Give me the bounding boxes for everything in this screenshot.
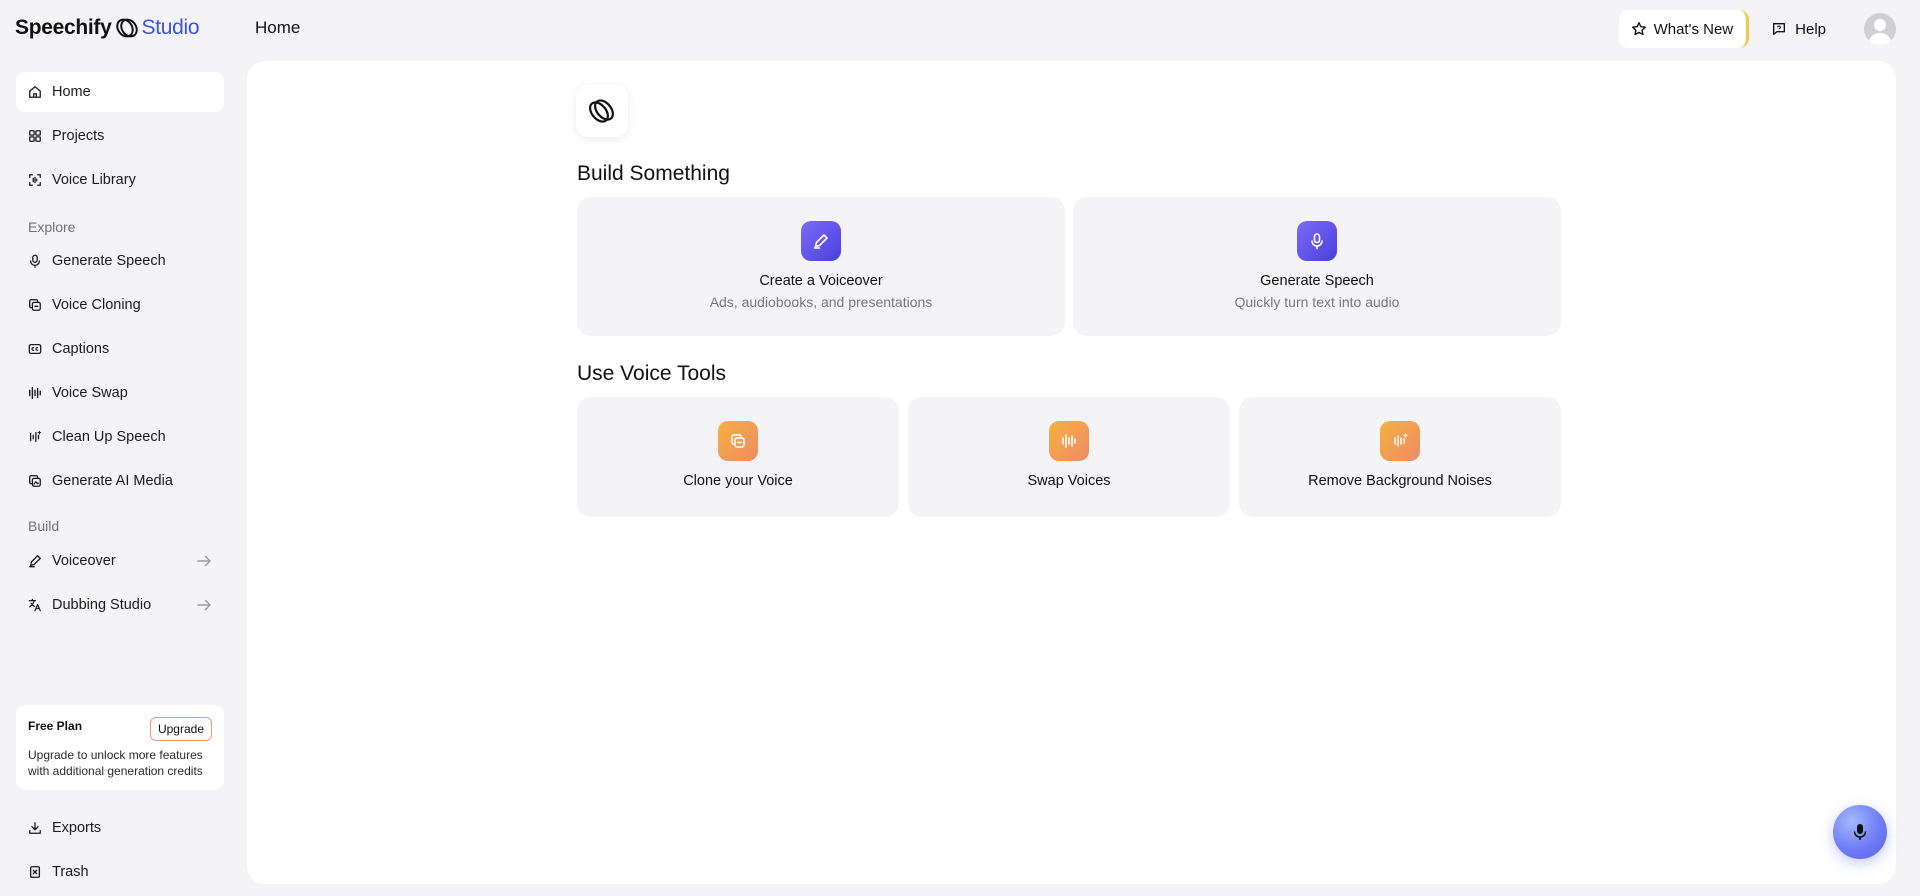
- sidebar-item-voice-swap[interactable]: Voice Swap: [16, 373, 224, 413]
- upgrade-button[interactable]: Upgrade: [149, 717, 212, 741]
- sidebar-item-label: Voice Cloning: [52, 297, 141, 313]
- sidebar-item-label: Voice Swap: [52, 385, 128, 401]
- header-actions: What's New Help: [1618, 10, 1896, 48]
- star-icon: [1631, 22, 1646, 36]
- download-icon: [28, 821, 42, 835]
- microphone-icon: [28, 254, 42, 268]
- sidebar: Home Projects Voice Library Explore Gene…: [16, 72, 224, 888]
- clone-voice-card[interactable]: Clone your Voice: [577, 397, 899, 517]
- help-label: Help: [1795, 20, 1826, 38]
- speechify-logo-icon: [115, 18, 138, 38]
- waveform-icon: [28, 386, 42, 400]
- sidebar-item-label: Home: [52, 84, 91, 100]
- sidebar-item-clean-up-speech[interactable]: Clean Up Speech: [16, 417, 224, 457]
- card-title: Generate Speech: [1260, 273, 1374, 289]
- microphone-icon: [1297, 221, 1337, 261]
- remove-background-noises-card[interactable]: Remove Background Noises: [1239, 397, 1561, 517]
- pen-icon: [28, 554, 42, 568]
- swap-voices-card[interactable]: Swap Voices: [908, 397, 1230, 517]
- sidebar-item-voiceover[interactable]: Voiceover: [16, 541, 224, 581]
- sidebar-item-voice-cloning[interactable]: Voice Cloning: [16, 285, 224, 325]
- brand-suffix: Studio: [141, 16, 200, 39]
- sidebar-item-label: Captions: [52, 341, 110, 357]
- help-button[interactable]: Help: [1761, 10, 1836, 48]
- sidebar-item-label: Trash: [52, 864, 89, 880]
- clone-icon: [28, 298, 42, 312]
- plan-description: Upgrade to unlock more features with add…: [28, 748, 203, 778]
- clone-icon: [718, 421, 758, 461]
- translate-icon: [28, 598, 42, 612]
- sidebar-item-label: Voiceover: [52, 553, 116, 569]
- pen-icon: [801, 221, 841, 261]
- plan-card: Free Plan Upgrade Upgrade to unlock more…: [16, 705, 224, 790]
- card-subtitle: Ads, audiobooks, and presentations: [709, 294, 933, 310]
- sidebar-item-label: Dubbing Studio: [52, 597, 152, 613]
- section-label-explore: Explore: [28, 219, 76, 235]
- sidebar-item-label: Generate Speech: [52, 253, 166, 269]
- arrow-right-icon: [197, 599, 211, 611]
- help-chat-icon: [1773, 23, 1786, 35]
- brand-name: Speechify: [15, 16, 112, 39]
- hero-logo: [576, 85, 628, 137]
- voice-input-button[interactable]: [1833, 805, 1887, 859]
- home-icon: [28, 85, 42, 99]
- whats-new-button[interactable]: What's New: [1618, 10, 1750, 48]
- app-logo[interactable]: Speechify Studio: [15, 14, 200, 42]
- card-title: Remove Background Noises: [1308, 473, 1492, 489]
- card-subtitle: Quickly turn text into audio: [1234, 294, 1400, 310]
- build-something-heading: Build Something: [577, 162, 730, 185]
- card-title: Create a Voiceover: [759, 273, 883, 289]
- sidebar-item-label: Clean Up Speech: [52, 429, 166, 445]
- sidebar-item-generate-ai-media[interactable]: Generate AI Media: [16, 461, 224, 501]
- sidebar-item-label: Projects: [52, 128, 105, 144]
- sidebar-item-captions[interactable]: Captions: [16, 329, 224, 369]
- sidebar-item-generate-speech[interactable]: Generate Speech: [16, 241, 224, 281]
- page-title: Home: [255, 18, 301, 37]
- sidebar-item-label: Generate AI Media: [52, 473, 173, 489]
- use-voice-tools-heading: Use Voice Tools: [577, 362, 727, 385]
- sidebar-item-label: Exports: [52, 820, 102, 836]
- sidebar-item-exports[interactable]: Exports: [16, 808, 224, 848]
- user-avatar[interactable]: [1864, 13, 1896, 45]
- section-label-build: Build: [28, 518, 60, 534]
- sidebar-item-trash[interactable]: Trash: [16, 852, 224, 892]
- microphone-icon: [1853, 824, 1867, 840]
- sidebar-item-label: Voice Library: [52, 172, 136, 188]
- captions-icon: [28, 342, 42, 356]
- card-title: Swap Voices: [1027, 473, 1111, 489]
- generate-speech-card[interactable]: Generate Speech Quickly turn text into a…: [1073, 197, 1561, 336]
- voice-library-icon: [28, 173, 42, 187]
- whats-new-label: What's New: [1653, 20, 1734, 38]
- waveform-icon: [1049, 421, 1089, 461]
- sidebar-item-home[interactable]: Home: [16, 72, 224, 112]
- trash-icon: [28, 865, 42, 879]
- sidebar-item-dubbing-studio[interactable]: Dubbing Studio: [16, 585, 224, 625]
- main-panel: Build Something Create a Voiceover Ads, …: [247, 61, 1896, 884]
- media-icon: [28, 474, 42, 488]
- grid-icon: [28, 129, 42, 143]
- sidebar-item-projects[interactable]: Projects: [16, 116, 224, 156]
- sidebar-item-voice-library[interactable]: Voice Library: [16, 160, 224, 200]
- speechify-logo-icon: [589, 99, 614, 123]
- noise-icon: [1380, 421, 1420, 461]
- sparkle-wave-icon: [28, 430, 42, 444]
- create-voiceover-card[interactable]: Create a Voiceover Ads, audiobooks, and …: [577, 197, 1065, 336]
- arrow-right-icon: [197, 555, 211, 567]
- card-title: Clone your Voice: [683, 473, 793, 489]
